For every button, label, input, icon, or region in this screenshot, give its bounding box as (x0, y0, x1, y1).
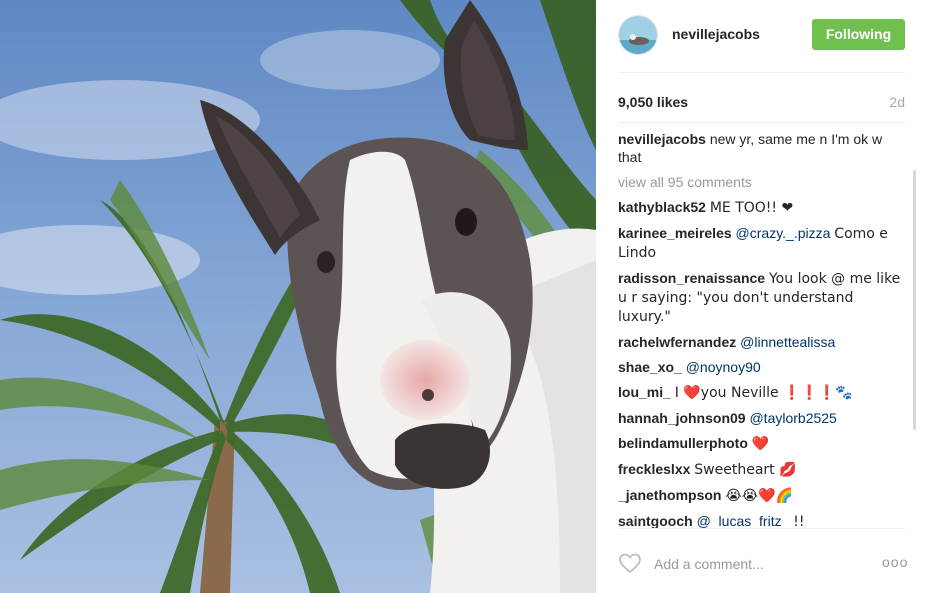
comment-mention[interactable]: @crazy._.pizza (736, 225, 831, 241)
comment-text: !! (793, 514, 805, 528)
comments-scrollbar[interactable] (913, 130, 919, 528)
comment-text: ME TOO!! ❤ (709, 200, 794, 216)
comment-text: I ❤️you Neville ❗❗❗🐾 (674, 385, 853, 401)
comment-mention[interactable]: @_lucas_fritz_ (697, 513, 790, 528)
more-options-icon[interactable]: ooo (882, 552, 908, 572)
comment-text: ❤️ (751, 436, 770, 452)
add-comment-input[interactable] (654, 554, 854, 574)
comment-item: saintgooch @_lucas_fritz_ !! (618, 512, 905, 528)
comment-item: shae_xo_ @noynoy90 (618, 358, 905, 376)
header-divider (618, 72, 905, 73)
comment-username[interactable]: freckleslxx (618, 461, 690, 477)
comment-item: _janethompson 😭😭❤️🌈 (618, 486, 905, 505)
following-button[interactable]: Following (812, 19, 905, 50)
comment-username[interactable]: lou_mi_ (618, 384, 671, 400)
post-header: nevillejacobs Following (596, 0, 925, 72)
comment-item: radisson_renaissance You look @ me like … (618, 269, 905, 326)
comment-username[interactable]: kathyblack52 (618, 199, 706, 215)
comment-mention[interactable]: @linnettealissa (740, 334, 835, 350)
comment-username[interactable]: _janethompson (618, 487, 721, 503)
comment-username[interactable]: radisson_renaissance (618, 270, 765, 286)
post-caption: nevillejacobs new yr, same me n I'm ok w… (618, 130, 905, 166)
post-photo[interactable] (0, 0, 596, 593)
comment-username[interactable]: belindamullerphoto (618, 435, 748, 451)
footer-divider (618, 528, 905, 529)
comment-username[interactable]: karinee_meireles (618, 225, 732, 241)
likes-divider (618, 122, 905, 123)
comment-username[interactable]: shae_xo_ (618, 359, 682, 375)
post-username[interactable]: nevillejacobs (672, 26, 760, 42)
comment-username[interactable]: rachelwfernandez (618, 334, 736, 350)
heart-outline-icon[interactable] (618, 551, 642, 575)
comment-item: belindamullerphoto ❤️ (618, 434, 905, 453)
comment-mention[interactable]: @noynoy90 (686, 359, 761, 375)
comments-list[interactable]: nevillejacobs new yr, same me n I'm ok w… (618, 130, 905, 528)
comment-item: kathyblack52 ME TOO!! ❤ (618, 198, 905, 217)
scrollbar-thumb[interactable] (913, 170, 916, 430)
post-footer: ooo (596, 538, 925, 593)
comment-item: lou_mi_ I ❤️you Neville ❗❗❗🐾 (618, 383, 905, 402)
comment-username[interactable]: hannah_johnson09 (618, 410, 746, 426)
comment-text: 😭😭❤️🌈 (725, 488, 793, 504)
likes-count[interactable]: 9,050 likes (618, 94, 688, 110)
comment-item: hannah_johnson09 @taylorb2525 (618, 409, 905, 427)
comment-item: freckleslxx Sweetheart 💋 (618, 460, 905, 479)
post-side-panel: nevillejacobs Following 9,050 likes 2d n… (596, 0, 925, 593)
comment-text: Sweetheart 💋 (694, 462, 797, 478)
view-all-comments-link[interactable]: view all 95 comments (618, 173, 905, 191)
comment-username[interactable]: saintgooch (618, 513, 693, 528)
comment-item: rachelwfernandez @linnettealissa (618, 333, 905, 351)
dog-photo-image (0, 0, 596, 593)
avatar-image (619, 16, 657, 54)
comment-mention[interactable]: @taylorb2525 (749, 410, 836, 426)
user-avatar[interactable] (618, 15, 658, 55)
caption-username[interactable]: nevillejacobs (618, 131, 706, 147)
comment-item: karinee_meireles @crazy._.pizza Como e L… (618, 224, 905, 262)
post-time[interactable]: 2d (889, 94, 905, 110)
